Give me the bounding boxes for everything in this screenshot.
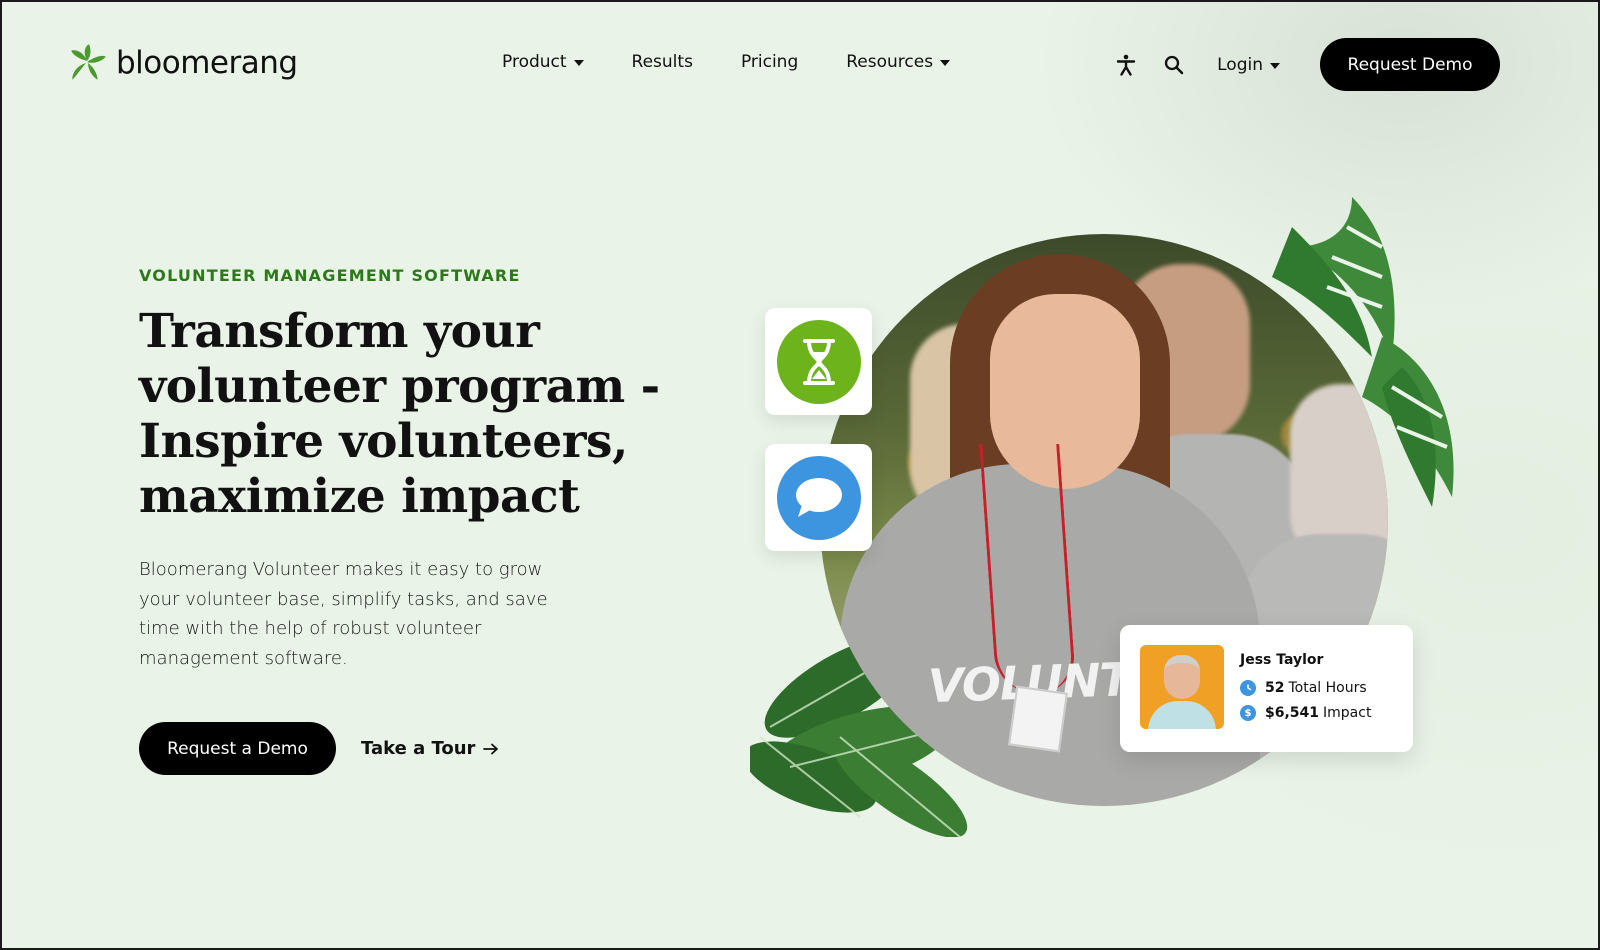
hero-cta-row: Request a Demo Take a Tour	[139, 722, 499, 775]
search-icon	[1164, 55, 1184, 74]
header-utilities: Login Request Demo	[1113, 38, 1500, 91]
hourglass-icon	[776, 319, 861, 404]
hours-value: 52	[1265, 680, 1285, 696]
chevron-down-icon	[573, 60, 584, 66]
headline-line: Inspire volunteers,	[139, 414, 628, 469]
hero-description: Bloomerang Volunteer makes it easy to gr…	[139, 555, 599, 673]
hero-headline: Transform your volunteer program - Inspi…	[139, 304, 699, 524]
nav-resources[interactable]: Resources	[846, 52, 951, 72]
chevron-down-icon	[940, 60, 951, 66]
description-line: management software.	[139, 647, 348, 669]
chevron-down-icon	[1270, 62, 1280, 69]
volunteer-profile-card: Jess Taylor 52 Total Hours $ $6,541 Impact	[1120, 625, 1413, 752]
description-line: Bloomerang Volunteer makes it easy to gr…	[139, 559, 543, 580]
brand-logo[interactable]: bloomerang	[66, 42, 298, 84]
bloomerang-star-icon	[71, 44, 106, 80]
nav-results[interactable]: Results	[632, 52, 693, 72]
nav-results-label: Results	[631, 52, 693, 72]
nav-resources-label: Resources	[846, 52, 934, 72]
dollar-icon: $	[1240, 705, 1256, 721]
avatar	[1140, 645, 1224, 729]
search-button[interactable]	[1161, 52, 1187, 78]
impact-stat: $ $6,541 Impact	[1240, 705, 1371, 721]
clock-icon	[1240, 680, 1256, 696]
description-line: your volunteer base, simplify tasks, and…	[139, 588, 548, 610]
accessibility-button[interactable]	[1113, 52, 1139, 78]
take-a-tour-link[interactable]: Take a Tour	[361, 738, 499, 759]
description-line: time with the help of robust volunteer	[139, 618, 482, 640]
nav-pricing[interactable]: Pricing	[741, 52, 798, 72]
arrow-right-icon	[483, 743, 499, 754]
impact-value: $6,541	[1265, 705, 1320, 721]
total-hours-stat: 52 Total Hours	[1240, 680, 1367, 696]
main-nav: Product Results Pricing Resources	[502, 52, 951, 72]
request-a-demo-button[interactable]: Request a Demo	[139, 722, 336, 775]
accessibility-icon	[1116, 54, 1136, 76]
hourglass-tile	[765, 308, 872, 415]
login-label: Login	[1217, 54, 1263, 75]
impact-label: Impact	[1323, 705, 1372, 721]
headline-line: maximize impact	[139, 469, 580, 524]
nav-product[interactable]: Product	[502, 52, 584, 72]
page-frame: bloomerang Product Results Pricing Resou…	[0, 0, 1600, 950]
headline-line: volunteer program -	[139, 359, 660, 414]
nav-pricing-label: Pricing	[740, 52, 799, 72]
hours-label: Total Hours	[1288, 680, 1367, 696]
headline-line: Transform your	[139, 304, 540, 359]
chat-tile	[765, 444, 872, 551]
volunteer-name: Jess Taylor	[1240, 652, 1324, 668]
name-badge	[1008, 685, 1068, 753]
brand-name: bloomerang	[116, 45, 298, 81]
request-demo-button[interactable]: Request Demo	[1320, 38, 1500, 91]
nav-product-label: Product	[502, 52, 567, 72]
chat-bubble-icon	[776, 455, 861, 540]
take-a-tour-label: Take a Tour	[361, 738, 476, 759]
login-menu[interactable]: Login	[1217, 55, 1280, 75]
hero-eyebrow: VOLUNTEER MANAGEMENT SOFTWARE	[139, 266, 521, 285]
